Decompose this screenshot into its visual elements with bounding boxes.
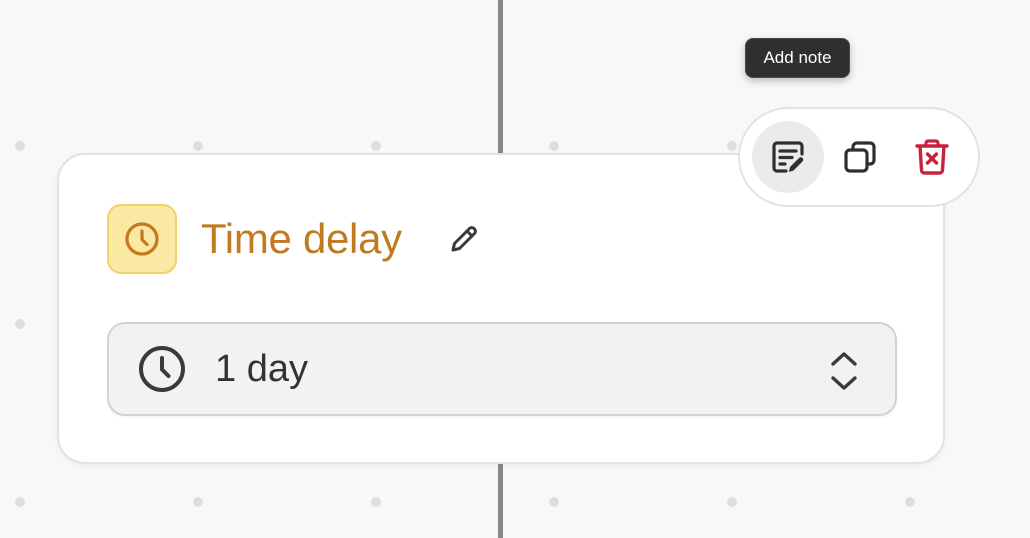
- duration-select[interactable]: 1 day: [107, 322, 897, 416]
- grid-dot: [193, 497, 203, 507]
- node-header: Time delay: [107, 203, 484, 275]
- duplicate-button[interactable]: [824, 121, 896, 193]
- grid-dot: [193, 141, 203, 151]
- chevron-up-down-icon: [831, 352, 857, 390]
- add-note-button[interactable]: [752, 121, 824, 193]
- clock-icon: [137, 344, 187, 394]
- grid-dot: [15, 319, 25, 329]
- pencil-icon: [451, 226, 477, 252]
- grid-dot: [371, 141, 381, 151]
- note-edit-icon: [772, 141, 804, 173]
- delete-button[interactable]: [896, 121, 968, 193]
- node-action-toolbar: [738, 107, 980, 207]
- edit-title-button[interactable]: [444, 219, 484, 259]
- grid-dot: [549, 141, 559, 151]
- duration-value: 1 day: [215, 348, 308, 390]
- grid-dot: [549, 497, 559, 507]
- grid-dot: [905, 497, 915, 507]
- clock-icon: [107, 204, 177, 274]
- grid-dot: [727, 497, 737, 507]
- grid-dot: [727, 141, 737, 151]
- grid-dot: [15, 141, 25, 151]
- copy-icon: [844, 141, 876, 173]
- trash-icon: [915, 139, 949, 175]
- add-note-tooltip: Add note: [745, 38, 850, 78]
- grid-dot: [15, 497, 25, 507]
- node-title: Time delay: [201, 215, 402, 262]
- grid-dot: [371, 497, 381, 507]
